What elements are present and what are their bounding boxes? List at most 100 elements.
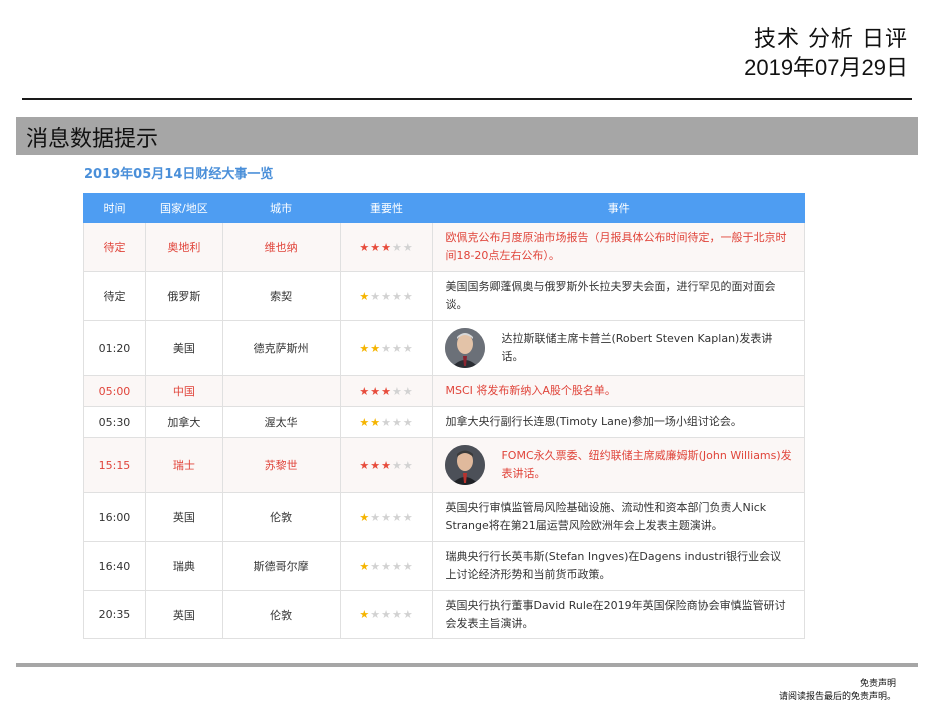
col-header-country: 国家/地区 — [144, 193, 223, 223]
cell-time: 20:35 — [83, 590, 146, 639]
star-empty-icon: ★ — [381, 510, 392, 524]
disclaimer-note: 请阅读报告最后的免责声明。 — [778, 692, 896, 702]
section-bar: 消息数据提示 — [16, 117, 918, 155]
cell-city: 渥太华 — [221, 406, 341, 438]
speaker-portrait-kaplan — [445, 328, 486, 368]
cell-time: 待定 — [83, 222, 146, 272]
cell-city: 伦敦 — [221, 590, 341, 639]
star-empty-icon: ★ — [402, 341, 414, 355]
importance-stars: ★★★★★ — [359, 511, 413, 524]
cell-city: 斯德哥尔摩 — [221, 541, 341, 591]
cell-country: 英国 — [144, 492, 223, 542]
star-empty-icon: ★ — [381, 415, 392, 429]
cell-time: 待定 — [83, 271, 146, 321]
star-empty-icon: ★ — [402, 510, 414, 524]
star-empty-icon: ★ — [370, 559, 382, 573]
section-title: 消息数据提示 — [26, 127, 159, 152]
importance-stars: ★★★★★ — [359, 459, 413, 472]
cell-importance: ★★★★★ — [339, 320, 434, 376]
cell-country: 美国 — [144, 320, 223, 376]
cell-event: 英国央行执行董事David Rule在2019年英国保险商协会审慎监管研讨会发表… — [432, 590, 805, 639]
star-empty-icon: ★ — [370, 510, 382, 524]
cell-city — [221, 375, 341, 407]
events-table: 时间 国家/地区 城市 重要性 事件 待定 奥地利 维也纳 ★★★★★ 欧佩克公… — [83, 193, 805, 639]
star-empty-icon: ★ — [381, 608, 392, 621]
cell-city: 德克萨斯州 — [221, 320, 341, 376]
star-filled-icon: ★ — [359, 240, 371, 254]
star-filled-icon: ★ — [370, 458, 382, 472]
cell-importance: ★★★★★ — [339, 375, 434, 407]
cell-time: 01:20 — [83, 320, 146, 376]
cell-importance: ★★★★★ — [339, 222, 434, 272]
cell-city: 索契 — [221, 271, 341, 321]
star-filled-icon: ★ — [381, 384, 392, 398]
star-empty-icon: ★ — [402, 415, 414, 429]
cell-time: 05:30 — [83, 406, 146, 438]
star-filled-icon: ★ — [359, 510, 371, 524]
cell-event: 欧佩克公布月度原油市场报告（月报具体公布时间待定，一般于北京时间18-20点左右… — [432, 222, 805, 272]
cell-country: 瑞典 — [144, 541, 223, 591]
cell-country: 中国 — [144, 375, 223, 407]
star-empty-icon: ★ — [402, 240, 414, 254]
cell-country: 加拿大 — [144, 406, 223, 438]
cell-importance: ★★★★★ — [339, 437, 434, 493]
cell-event: 加拿大央行副行长连恩(Timoty Lane)参加一场小组讨论会。 — [432, 406, 805, 438]
col-header-city: 城市 — [221, 193, 341, 223]
cell-country: 奥地利 — [144, 222, 223, 272]
star-filled-icon: ★ — [370, 415, 382, 429]
star-empty-icon: ★ — [370, 608, 382, 621]
star-filled-icon: ★ — [359, 289, 371, 303]
report-date: 2019年07月29日 — [744, 55, 908, 80]
table-row: 20:35 英国 伦敦 ★★★★★ 英国央行执行董事David Rule在201… — [83, 590, 805, 639]
star-filled-icon: ★ — [359, 341, 371, 355]
star-empty-icon: ★ — [391, 415, 403, 429]
cell-time: 15:15 — [83, 437, 146, 493]
star-filled-icon: ★ — [359, 458, 371, 472]
speaker-portrait-williams — [445, 445, 486, 485]
star-filled-icon: ★ — [381, 240, 392, 254]
cell-event: 瑞典央行行长英韦斯(Stefan Ingves)在Dagens industri… — [432, 541, 805, 591]
table-row: 待定 奥地利 维也纳 ★★★★★ 欧佩克公布月度原油市场报告（月报具体公布时间待… — [83, 222, 805, 272]
star-empty-icon: ★ — [402, 608, 414, 621]
star-filled-icon: ★ — [359, 415, 371, 429]
cell-country: 瑞士 — [144, 437, 223, 493]
event-text: FOMC永久票委、纽约联储主席威廉姆斯(John Williams)发表讲话。 — [501, 449, 792, 480]
importance-stars: ★★★★★ — [359, 608, 413, 621]
star-empty-icon: ★ — [391, 608, 403, 621]
star-empty-icon: ★ — [391, 384, 403, 398]
star-empty-icon: ★ — [391, 240, 403, 254]
table-subtitle: 2019年05月14日财经大事一览 — [84, 167, 274, 182]
cell-time: 16:40 — [83, 541, 146, 591]
cell-importance: ★★★★★ — [339, 492, 434, 542]
star-filled-icon: ★ — [359, 384, 371, 398]
star-empty-icon: ★ — [402, 384, 414, 398]
star-filled-icon: ★ — [359, 608, 371, 621]
importance-stars: ★★★★★ — [359, 290, 413, 303]
disclaimer: 免责声明 请阅读报告最后的免责声明。 — [779, 678, 896, 704]
cell-event: MSCI 将发布新纳入A股个股名单。 — [432, 375, 805, 407]
star-empty-icon: ★ — [381, 289, 392, 303]
table-row: 05:30 加拿大 渥太华 ★★★★★ 加拿大央行副行长连恩(Timoty La… — [83, 406, 805, 438]
star-empty-icon: ★ — [391, 559, 403, 573]
importance-stars: ★★★★★ — [359, 560, 413, 573]
table-row: 16:00 英国 伦敦 ★★★★★ 英国央行审慎监管局风险基础设施、流动性和资本… — [83, 492, 805, 542]
col-header-time: 时间 — [83, 193, 146, 223]
star-filled-icon: ★ — [370, 341, 382, 355]
col-header-event: 事件 — [432, 193, 805, 223]
star-filled-icon: ★ — [370, 384, 382, 398]
star-filled-icon: ★ — [359, 559, 371, 573]
cell-event: 达拉斯联储主席卡普兰(Robert Steven Kaplan)发表讲话。 — [432, 320, 805, 376]
cell-country: 英国 — [144, 590, 223, 639]
table-row: 16:40 瑞典 斯德哥尔摩 ★★★★★ 瑞典央行行长英韦斯(Stefan In… — [83, 541, 805, 591]
importance-stars: ★★★★★ — [359, 416, 413, 429]
cell-importance: ★★★★★ — [339, 406, 434, 438]
disclaimer-title: 免责声明 — [859, 679, 896, 689]
cell-importance: ★★★★★ — [339, 271, 434, 321]
cell-country: 俄罗斯 — [144, 271, 223, 321]
table-row: 01:20 美国 德克萨斯州 ★★★★★ 达拉斯联储主席卡普兰(Robert S… — [83, 320, 805, 376]
cell-importance: ★★★★★ — [339, 590, 434, 639]
header-divider — [22, 98, 912, 100]
col-header-importance: 重要性 — [339, 193, 434, 223]
star-empty-icon: ★ — [391, 289, 403, 303]
cell-city: 苏黎世 — [221, 437, 341, 493]
